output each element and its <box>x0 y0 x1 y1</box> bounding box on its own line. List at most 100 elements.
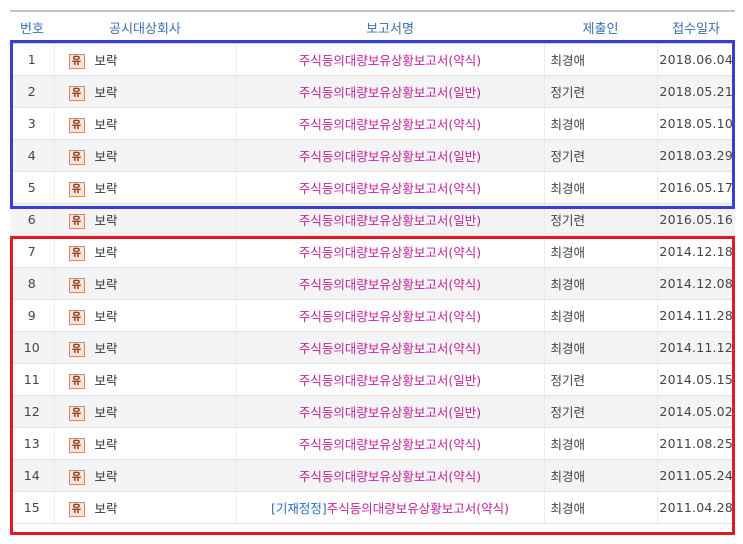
report-cell[interactable]: 주식등의대량보유상황보고서(약식) <box>236 459 545 492</box>
report-title-link[interactable]: 주식등의대량보유상황보고서(일반) <box>299 213 481 228</box>
report-cell[interactable]: 주식등의대량보유상황보고서(약식) <box>236 235 545 268</box>
company-name-link[interactable]: 보락 <box>95 501 118 516</box>
company-name-link[interactable]: 보락 <box>95 405 118 420</box>
table-row: 10 유 보락 주식등의대량보유상황보고서(약식) 최경애 2014.11.12 <box>10 331 735 364</box>
company-name-link[interactable]: 보락 <box>95 341 118 356</box>
company-cell[interactable]: 유 보락 <box>54 203 237 236</box>
report-cell[interactable]: 주식등의대량보유상황보고서(일반) <box>236 395 545 428</box>
receipt-date: 2014.12.18 <box>657 235 735 268</box>
report-title-link[interactable]: 주식등의대량보유상황보고서(약식) <box>299 181 481 196</box>
company-name-link[interactable]: 보락 <box>95 213 118 228</box>
report-title-link[interactable]: 주식등의대량보유상황보고서(일반) <box>299 405 481 420</box>
report-cell[interactable]: 주식등의대량보유상황보고서(약식) <box>236 427 545 460</box>
company-name-link[interactable]: 보락 <box>95 469 118 484</box>
company-cell[interactable]: 유 보락 <box>54 491 237 524</box>
filer-name: 최경애 <box>544 107 658 140</box>
receipt-date: 2016.05.17 <box>657 171 735 204</box>
filer-name: 최경애 <box>544 235 658 268</box>
company-name-link[interactable]: 보락 <box>95 373 118 388</box>
market-badge-icon: 유 <box>68 246 85 261</box>
market-badge-icon: 유 <box>68 406 85 421</box>
receipt-date: 2014.11.12 <box>657 331 735 364</box>
receipt-date: 2018.05.21 <box>657 75 735 108</box>
table-row: 11 유 보락 주식등의대량보유상황보고서(일반) 정기련 2014.05.15 <box>10 363 735 396</box>
company-name-link[interactable]: 보락 <box>95 277 118 292</box>
report-cell[interactable]: 주식등의대량보유상황보고서(일반) <box>236 363 545 396</box>
company-cell[interactable]: 유 보락 <box>54 75 237 108</box>
row-number: 4 <box>10 139 55 172</box>
report-title-link[interactable]: 주식등의대량보유상황보고서(약식) <box>327 501 509 516</box>
receipt-date: 2014.05.02 <box>657 395 735 428</box>
table-row: 9 유 보락 주식등의대량보유상황보고서(약식) 최경애 2014.11.28 <box>10 299 735 332</box>
filer-name: 정기련 <box>544 139 658 172</box>
row-number: 13 <box>10 427 55 460</box>
company-name-link[interactable]: 보락 <box>95 245 118 260</box>
filer-name: 정기련 <box>544 395 658 428</box>
disclosure-list: 번호 공시대상회사 보고서명 제출인 접수일자 1 유 보락 주식등의대량보유상황보고… <box>10 10 735 535</box>
company-cell[interactable]: 유 보락 <box>54 139 237 172</box>
header-report[interactable]: 보고서명 <box>236 10 544 44</box>
company-cell[interactable]: 유 보락 <box>54 459 237 492</box>
market-badge-icon: 유 <box>68 310 85 325</box>
company-name-link[interactable]: 보락 <box>95 181 118 196</box>
company-cell[interactable]: 유 보락 <box>54 395 237 428</box>
company-cell[interactable]: 유 보락 <box>54 107 237 140</box>
report-title-link[interactable]: 주식등의대량보유상황보고서(약식) <box>299 277 481 292</box>
company-cell[interactable]: 유 보락 <box>54 171 237 204</box>
company-name-link[interactable]: 보락 <box>95 309 118 324</box>
report-title-link[interactable]: 주식등의대량보유상황보고서(약식) <box>299 309 481 324</box>
row-number: 3 <box>10 107 55 140</box>
report-title-link[interactable]: 주식등의대량보유상황보고서(약식) <box>299 245 481 260</box>
table-row: 14 유 보락 주식등의대량보유상황보고서(약식) 최경애 2011.05.24 <box>10 459 735 492</box>
report-title-link[interactable]: 주식등의대량보유상황보고서(일반) <box>299 149 481 164</box>
table-row: 12 유 보락 주식등의대량보유상황보고서(일반) 정기련 2014.05.02 <box>10 395 735 428</box>
disclosure-table: 번호 공시대상회사 보고서명 제출인 접수일자 1 유 보락 주식등의대량보유상황보고… <box>10 10 735 524</box>
report-cell[interactable]: 주식등의대량보유상황보고서(약식) <box>236 267 545 300</box>
row-number: 7 <box>10 235 55 268</box>
market-badge-icon: 유 <box>68 374 85 389</box>
report-cell[interactable]: 주식등의대량보유상황보고서(약식) <box>236 171 545 204</box>
report-cell[interactable]: 주식등의대량보유상황보고서(약식) <box>236 107 545 140</box>
row-number: 14 <box>10 459 55 492</box>
filer-name: 최경애 <box>544 459 658 492</box>
table-row: 3 유 보락 주식등의대량보유상황보고서(약식) 최경애 2018.05.10 <box>10 107 735 140</box>
header-date[interactable]: 접수일자 <box>657 10 735 44</box>
report-cell[interactable]: 주식등의대량보유상황보고서(약식) <box>236 299 545 332</box>
company-cell[interactable]: 유 보락 <box>54 267 237 300</box>
table-row: 2 유 보락 주식등의대량보유상황보고서(일반) 정기련 2018.05.21 <box>10 75 735 108</box>
header-filer[interactable]: 제출인 <box>544 10 657 44</box>
report-title-link[interactable]: 주식등의대량보유상황보고서(약식) <box>299 117 481 132</box>
company-cell[interactable]: 유 보락 <box>54 331 237 364</box>
company-name-link[interactable]: 보락 <box>95 53 118 68</box>
report-cell[interactable]: 주식등의대량보유상황보고서(일반) <box>236 139 545 172</box>
company-cell[interactable]: 유 보락 <box>54 363 237 396</box>
report-cell[interactable]: 주식등의대량보유상황보고서(일반) <box>236 203 545 236</box>
header-num[interactable]: 번호 <box>10 10 54 44</box>
company-name-link[interactable]: 보락 <box>95 85 118 100</box>
report-title-link[interactable]: 주식등의대량보유상황보고서(일반) <box>299 373 481 388</box>
report-title-link[interactable]: 주식등의대량보유상황보고서(약식) <box>299 341 481 356</box>
report-title-link[interactable]: 주식등의대량보유상황보고서(약식) <box>299 53 481 68</box>
filer-name: 최경애 <box>544 43 658 76</box>
receipt-date: 2018.05.10 <box>657 107 735 140</box>
report-cell[interactable]: [기재정정]주식등의대량보유상황보고서(약식) <box>236 491 545 524</box>
company-cell[interactable]: 유 보락 <box>54 427 237 460</box>
report-prefix-link[interactable]: [기재정정] <box>271 501 327 516</box>
company-name-link[interactable]: 보락 <box>95 437 118 452</box>
company-name-link[interactable]: 보락 <box>95 117 118 132</box>
company-name-link[interactable]: 보락 <box>95 149 118 164</box>
header-company[interactable]: 공시대상회사 <box>54 10 236 44</box>
report-title-link[interactable]: 주식등의대량보유상황보고서(일반) <box>299 85 481 100</box>
row-number: 12 <box>10 395 55 428</box>
report-cell[interactable]: 주식등의대량보유상황보고서(약식) <box>236 43 545 76</box>
receipt-date: 2011.05.24 <box>657 459 735 492</box>
company-cell[interactable]: 유 보락 <box>54 235 237 268</box>
report-cell[interactable]: 주식등의대량보유상황보고서(약식) <box>236 331 545 364</box>
filer-name: 최경애 <box>544 267 658 300</box>
report-title-link[interactable]: 주식등의대량보유상황보고서(약식) <box>299 469 481 484</box>
report-title-link[interactable]: 주식등의대량보유상황보고서(약식) <box>299 437 481 452</box>
company-cell[interactable]: 유 보락 <box>54 43 237 76</box>
table-row: 4 유 보락 주식등의대량보유상황보고서(일반) 정기련 2018.03.29 <box>10 139 735 172</box>
company-cell[interactable]: 유 보락 <box>54 299 237 332</box>
report-cell[interactable]: 주식등의대량보유상황보고서(일반) <box>236 75 545 108</box>
